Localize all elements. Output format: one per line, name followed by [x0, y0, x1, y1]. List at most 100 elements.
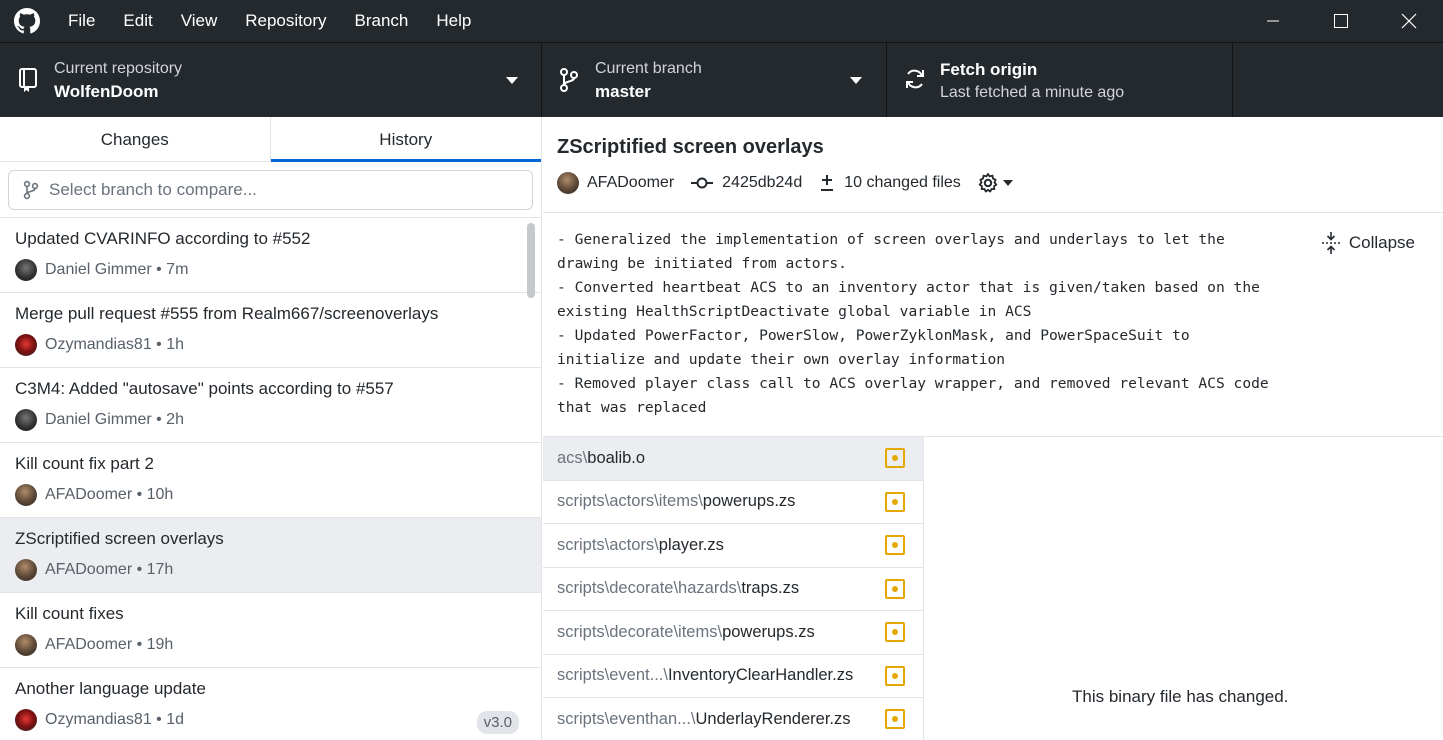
- file-modified-icon: [885, 491, 905, 512]
- file-modified-icon: [885, 578, 905, 599]
- commit-title: Kill count fixes: [15, 604, 124, 623]
- file-name: powerups.zs: [702, 492, 796, 511]
- title-bar: File Edit View Repository Branch Help: [0, 0, 1443, 42]
- file-modified-icon: [885, 448, 905, 468]
- changed-files-count: 10 changed files: [844, 174, 961, 191]
- fetch-origin-button[interactable]: Fetch origin Last fetched a minute ago: [887, 43, 1233, 117]
- description-line: existing HealthScriptDeactivate global v…: [557, 303, 1032, 320]
- file-item[interactable]: scripts\event...\InventoryClearHandler.z…: [543, 655, 923, 698]
- commit-item[interactable]: C3M4: Added "autosave" points according …: [0, 368, 541, 443]
- menu-branch[interactable]: Branch: [341, 0, 423, 42]
- branch-compare: [0, 162, 541, 218]
- menu-view[interactable]: View: [167, 0, 232, 42]
- window-controls: [1239, 0, 1443, 42]
- chevron-down-icon: [850, 77, 862, 84]
- diff-settings-button[interactable]: [977, 172, 1013, 194]
- current-repository-value: WolfenDoom: [54, 82, 159, 101]
- menu-help[interactable]: Help: [422, 0, 485, 42]
- avatar: [15, 259, 37, 281]
- collapse-button[interactable]: Collapse: [1321, 231, 1415, 255]
- commit-icon: [691, 177, 714, 189]
- commit-title: C3M4: Added "autosave" points according …: [15, 379, 394, 398]
- avatar: [557, 172, 579, 194]
- commit-item-selected[interactable]: ZScriptified screen overlays AFADoomer •…: [0, 518, 541, 593]
- commit-description: - Generalized the implementation of scre…: [543, 213, 1443, 437]
- tab-changes[interactable]: Changes: [0, 117, 271, 162]
- current-branch-label: Current branch: [595, 60, 702, 77]
- branch-compare-input[interactable]: [49, 180, 489, 200]
- branch-compare-box: [8, 170, 533, 210]
- binary-file-message: This binary file has changed.: [1072, 687, 1289, 706]
- branch-icon: [560, 68, 578, 92]
- fetch-origin-label: Fetch origin: [940, 60, 1038, 79]
- file-modified-icon: [885, 535, 905, 555]
- commit-title: Updated CVARINFO according to #552: [15, 229, 311, 248]
- file-name: player.zs: [658, 535, 724, 554]
- file-item[interactable]: scripts\actors\items\powerups.zs: [543, 481, 923, 524]
- minimize-icon: [1267, 20, 1279, 22]
- maximize-icon: [1334, 14, 1348, 28]
- avatar: [15, 334, 37, 356]
- file-name: powerups.zs: [722, 622, 815, 641]
- commit-sha: 2425db24d: [722, 174, 803, 191]
- file-dir: scripts\eventhan...\: [557, 709, 696, 728]
- file-modified-icon: [885, 665, 905, 686]
- file-item[interactable]: scripts\decorate\hazards\traps.zs: [543, 568, 923, 611]
- close-icon: [1401, 13, 1417, 29]
- commit-meta: AFADoomer • 10h: [45, 486, 174, 503]
- file-name: InventoryClearHandler.zs: [667, 666, 854, 685]
- sync-icon: [906, 69, 924, 89]
- commit-item[interactable]: Kill count fixes AFADoomer • 19h: [0, 593, 541, 668]
- file-item[interactable]: scripts\eventhan...\UnderlayRenderer.zs: [543, 698, 923, 740]
- avatar: [15, 484, 37, 506]
- scrollbar[interactable]: [527, 223, 535, 298]
- commit-item[interactable]: Kill count fix part 2 AFADoomer • 10h: [0, 443, 541, 518]
- commit-title: Kill count fix part 2: [15, 454, 154, 473]
- description-line: - Converted heartbeat ACS to an inventor…: [557, 279, 1260, 296]
- current-repository-button[interactable]: Current repository WolfenDoom: [0, 43, 542, 117]
- menu-file[interactable]: File: [54, 0, 109, 42]
- file-dir: scripts\actors\items\: [557, 492, 703, 511]
- description-line: - Updated PowerFactor, PowerSlow, PowerZ…: [557, 327, 1190, 344]
- file-dir: scripts\event...\: [557, 666, 668, 685]
- current-branch-button[interactable]: Current branch master: [542, 43, 887, 117]
- last-fetched-text: Last fetched a minute ago: [940, 84, 1125, 101]
- menu-edit[interactable]: Edit: [109, 0, 166, 42]
- file-item-selected[interactable]: acs\boalib.o: [543, 437, 923, 481]
- commit-meta: Daniel Gimmer • 7m: [45, 261, 189, 278]
- description-line: - Generalized the implementation of scre…: [557, 231, 1225, 248]
- description-line: that was replaced: [557, 399, 707, 416]
- file-dir: scripts\decorate\items\: [557, 622, 723, 641]
- file-item[interactable]: scripts\decorate\items\powerups.zs: [543, 611, 923, 655]
- commit-item[interactable]: Updated CVARINFO according to #552 Danie…: [0, 218, 541, 293]
- minimize-button[interactable]: [1239, 0, 1307, 42]
- commit-meta: Ozymandias81 • 1d: [45, 711, 185, 728]
- diff-icon: [821, 175, 834, 191]
- file-name: UnderlayRenderer.zs: [695, 709, 851, 728]
- file-item[interactable]: scripts\actors\player.zs: [543, 524, 923, 568]
- commit-item[interactable]: Merge pull request #555 from Realm667/sc…: [0, 293, 541, 368]
- maximize-button[interactable]: [1307, 0, 1375, 42]
- tab-history[interactable]: History: [270, 117, 541, 162]
- file-dir: scripts\decorate\hazards\: [557, 579, 742, 598]
- current-branch-value: master: [595, 82, 651, 101]
- commit-detail: ZScriptified screen overlays AFADoomer 2…: [543, 117, 1443, 740]
- commit-title: Merge pull request #555 from Realm667/sc…: [15, 304, 439, 323]
- close-window-button[interactable]: [1375, 0, 1443, 42]
- avatar: [15, 409, 37, 431]
- file-modified-icon: [885, 709, 905, 729]
- version-tag: v3.0: [476, 711, 519, 734]
- avatar: [15, 634, 37, 656]
- repo-icon: [19, 68, 37, 92]
- commit-meta: AFADoomer • 17h: [45, 561, 174, 578]
- fold-icon: [1321, 232, 1340, 254]
- commit-author: AFADoomer: [587, 174, 675, 191]
- commit-header: ZScriptified screen overlays AFADoomer 2…: [543, 117, 1443, 213]
- menu-repository[interactable]: Repository: [231, 0, 340, 42]
- commit-list: Updated CVARINFO according to #552 Danie…: [0, 218, 541, 740]
- avatar: [15, 559, 37, 581]
- commit-item[interactable]: Another language update Ozymandias81 • 1…: [0, 668, 541, 740]
- chevron-down-icon: [1002, 180, 1013, 186]
- description-line: initialize and update their own overlay …: [557, 351, 1006, 368]
- file-dir: scripts\actors\: [557, 535, 659, 554]
